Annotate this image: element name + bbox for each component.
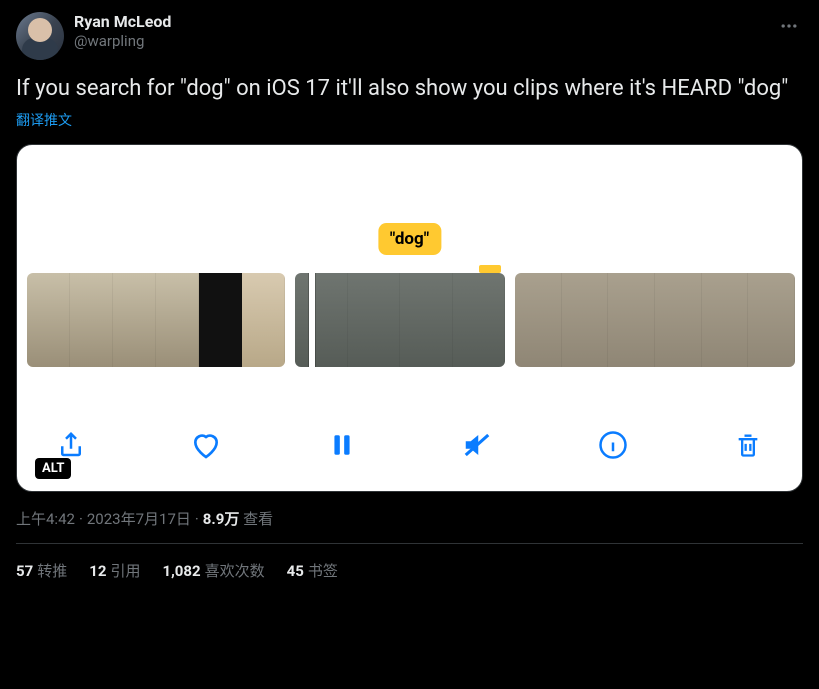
timeline-frame [295,273,348,367]
info-button[interactable] [595,427,631,463]
tweet-date[interactable]: 2023年7月17日 [87,510,191,528]
clip-group[interactable] [295,273,505,367]
timeline-frame [453,273,506,367]
trash-icon [734,431,762,459]
timeline-frame [515,273,562,367]
pause-button[interactable] [324,427,360,463]
alt-badge[interactable]: ALT [35,458,71,479]
tweet-meta: 上午4:42·2023年7月17日·8.9万 查看 [16,508,803,529]
retweets-label: 转推 [37,562,67,580]
timeline-frame [400,273,453,367]
quotes-stat[interactable]: 12引用 [89,560,140,581]
user-handle[interactable]: @warpling [74,32,171,51]
likes-stat[interactable]: 1,082 喜欢次数 [162,560,264,581]
timeline-frame [562,273,609,367]
search-tooltip: "dog" [378,223,441,255]
timeline-frame [27,273,70,367]
media-attachment[interactable]: "dog" [16,144,803,492]
playhead[interactable] [309,273,315,367]
likes-label: 喜欢次数 [205,562,265,580]
timeline-frame [199,273,242,367]
clip-group[interactable] [515,273,795,367]
timeline-frame [242,273,285,367]
bookmarks-count: 45 [287,562,304,580]
stats-row: 57转推 12引用 1,082 喜欢次数 45书签 [16,544,803,581]
retweets-count: 57 [16,562,33,580]
retweets-stat[interactable]: 57转推 [16,560,67,581]
timeline-frame [70,273,113,367]
info-icon [598,430,628,460]
views-label: 查看 [243,510,273,528]
likes-count: 1,082 [162,562,200,580]
clip-group[interactable] [27,273,285,367]
media-toolbar [17,427,802,463]
avatar[interactable] [16,12,64,60]
more-options-button[interactable] [775,12,803,44]
quotes-count: 12 [89,562,106,580]
share-icon [56,430,86,460]
delete-button[interactable] [730,427,766,463]
display-name[interactable]: Ryan McLeod [74,12,171,32]
timeline-frame [348,273,401,367]
quotes-label: 引用 [110,562,140,580]
tweet-text: If you search for "dog" on iOS 17 it'll … [16,74,803,104]
bookmarks-label: 书签 [308,562,338,580]
timeline-frame [702,273,749,367]
mute-button[interactable] [459,427,495,463]
timeline-frame [156,273,199,367]
ellipsis-icon [779,16,799,36]
timeline-frame [748,273,795,367]
timeline-frame [608,273,655,367]
bookmarks-stat[interactable]: 45书签 [287,560,338,581]
pause-icon [329,432,355,458]
favorite-button[interactable] [188,427,224,463]
timeline-frame [655,273,702,367]
timeline-frame [113,273,156,367]
tweet-header: Ryan McLeod @warpling [16,12,803,60]
heart-icon [190,429,222,461]
speaker-muted-icon [462,430,492,460]
name-block: Ryan McLeod @warpling [74,12,171,51]
video-timeline[interactable] [17,273,802,367]
translate-link[interactable]: 翻译推文 [16,110,803,130]
tweet-time[interactable]: 上午4:42 [16,510,75,528]
views-count[interactable]: 8.9万 [203,510,240,528]
tweet-container: Ryan McLeod @warpling If you search for … [0,0,819,581]
audio-match-marker [479,265,501,273]
